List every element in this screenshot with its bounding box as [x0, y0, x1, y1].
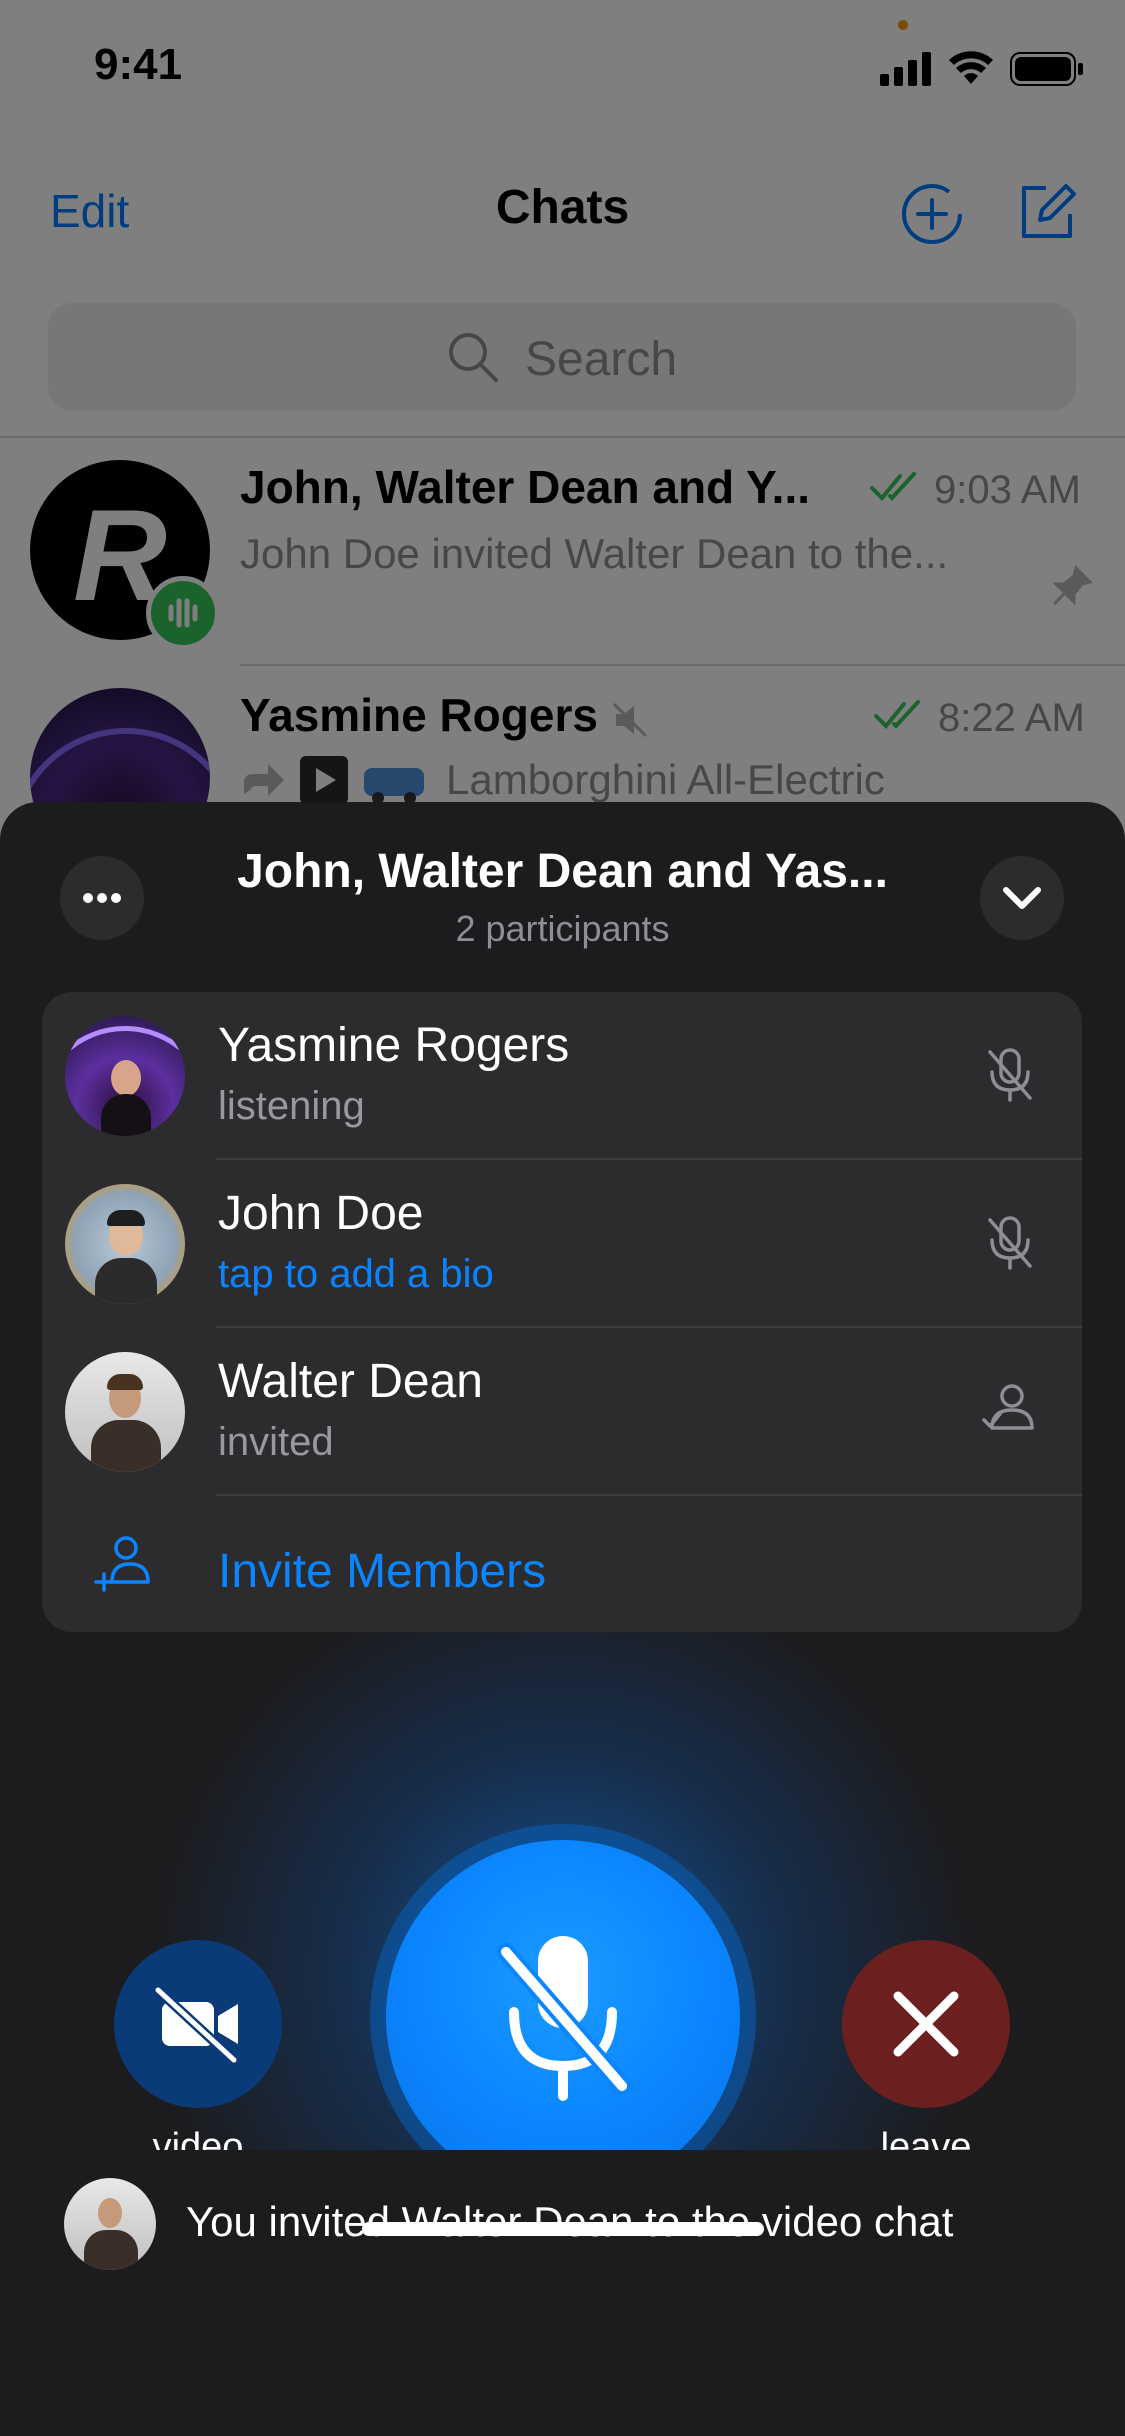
add-person-icon [94, 1536, 150, 1592]
mic-muted-icon[interactable] [978, 1210, 1042, 1274]
mic-muted-icon [497, 1936, 631, 2101]
video-chat-sheet: John, Walter Dean and Yas... 2 participa… [0, 802, 1125, 2436]
participant-count: 2 participants [455, 908, 670, 949]
invite-members-label: Invite Members [218, 1545, 547, 1598]
participant-row[interactable]: Walter Dean invited [42, 1328, 1082, 1496]
video-toggle-button[interactable] [114, 1940, 282, 2108]
call-title: John, Walter Dean and Yas... [237, 845, 888, 898]
participant-name: John Doe [218, 1187, 424, 1240]
participants-list: Yasmine Rogers listening John Doe tap to… [42, 992, 1082, 1632]
participant-name: Walter Dean [218, 1355, 483, 1408]
participant-status: invited [218, 1420, 334, 1464]
avatar [64, 2178, 156, 2270]
participant-row[interactable]: John Doe tap to add a bio [42, 1160, 1082, 1328]
avatar [65, 1016, 185, 1136]
collapse-button[interactable] [980, 856, 1064, 940]
chevron-down-icon [1003, 887, 1041, 909]
avatar [65, 1184, 185, 1304]
invited-person-icon [982, 1384, 1034, 1430]
add-bio-link[interactable]: tap to add a bio [218, 1252, 494, 1297]
participant-row[interactable]: Yasmine Rogers listening [42, 992, 1082, 1160]
invite-members-button[interactable]: Invite Members [42, 1496, 1082, 1632]
participant-name: Yasmine Rogers [218, 1019, 570, 1072]
video-off-icon [153, 1985, 239, 2065]
leave-button[interactable] [842, 1940, 1010, 2108]
home-indicator[interactable] [362, 2222, 764, 2236]
close-icon [893, 1991, 959, 2057]
mic-muted-icon[interactable] [978, 1042, 1042, 1106]
invite-toast: You invited Walter Dean to the video cha… [0, 2150, 1125, 2436]
participant-status: listening [218, 1084, 365, 1128]
avatar [65, 1352, 185, 1472]
mic-toggle-button[interactable] [386, 1840, 740, 2194]
